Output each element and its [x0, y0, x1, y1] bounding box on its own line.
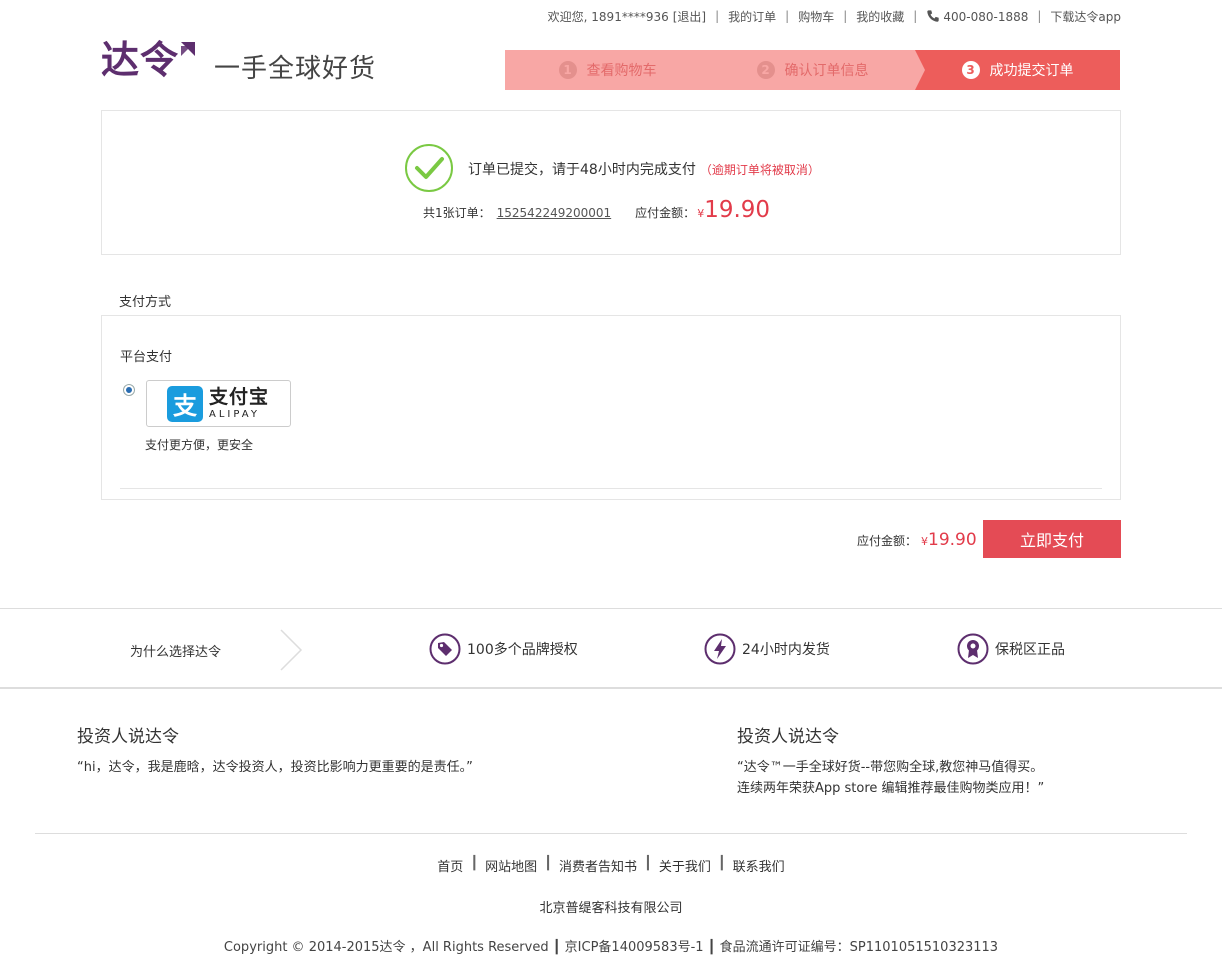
step-order-submitted: 3 成功提交订单 [915, 50, 1120, 90]
logo-flag-icon [181, 42, 196, 56]
phone-number: 400-080-1888 [926, 9, 1028, 24]
step-arrow [710, 50, 720, 90]
total-label: 应付金额： [857, 534, 918, 548]
feature-label: 24小时内发货 [742, 642, 830, 658]
currency-symbol: ¥ [697, 207, 705, 220]
order-submitted-text: 订单已提交，请于48小时内完成支付 [468, 162, 696, 178]
investor-quote: “hi，达令，我是鹿晗，达令投资人，投资比影响力更重要的是责任。” [77, 760, 473, 775]
order-summary-box: 订单已提交，请于48小时内完成支付 （逾期订单将被取消） 共1张订单： 15254… [101, 110, 1121, 255]
divider: ┃ [717, 856, 726, 871]
alipay-option[interactable]: 支 支付宝 ALIPAY [146, 380, 291, 427]
feature-shipping: 24小时内发货 [704, 633, 830, 665]
alipay-description: 支付更方便，更安全 [145, 438, 254, 452]
divider: ┃ [644, 856, 652, 871]
divider: | [913, 9, 918, 23]
checkout-steps: 1 查看购物车 2 确认订单信息 3 成功提交订单 [505, 50, 1120, 90]
step-number: 2 [756, 61, 775, 79]
investor-title: 投资人说达令 [77, 727, 179, 747]
step-confirm-order: 2 确认订单信息 [710, 50, 925, 90]
footer-link-about[interactable]: 关于我们 [659, 856, 711, 875]
divider: | [843, 9, 848, 23]
alipay-icon: 支 [167, 385, 203, 422]
feature-label: 保税区正品 [995, 642, 1065, 658]
site-logo[interactable]: 达令 [101, 37, 196, 82]
divider [120, 488, 1102, 489]
feature-brands: 100多个品牌授权 [429, 633, 578, 665]
step-label: 成功提交订单 [989, 63, 1074, 79]
company-name: 北京普缇客科技有限公司 [539, 901, 683, 916]
pay-now-button[interactable]: 立即支付 [983, 520, 1121, 558]
lightning-icon [704, 633, 736, 665]
order-warning: （逾期订单将被取消） [699, 163, 820, 177]
divider: ┃ [544, 856, 552, 871]
divider: ┃ [470, 856, 479, 871]
order-count-label: 共1张订单： [423, 206, 491, 220]
payment-total: 应付金额： ¥ 19.90 [857, 530, 977, 550]
favorites-link[interactable]: 我的收藏 [856, 8, 904, 25]
order-message: 订单已提交，请于48小时内完成支付 （逾期订单将被取消） [468, 159, 820, 179]
copyright: Copyright © 2014-2015达令 ，All Rights Rese… [223, 940, 999, 955]
radio-dot [126, 387, 132, 393]
badge-icon [957, 633, 989, 665]
welcome-text: 欢迎您, 1891****936 [547, 9, 669, 24]
payment-method-title: 支付方式 [119, 295, 172, 310]
alipay-radio[interactable] [123, 384, 135, 396]
footer-link-sitemap[interactable]: 网站地图 [485, 856, 537, 875]
total-amount: 19.90 [928, 530, 977, 550]
order-number-link[interactable]: 152542249200001 [497, 206, 612, 220]
step-number: 1 [558, 61, 577, 79]
why-choose-band: 为什么选择达令 100多个品牌授权 24小时内发货 保税区正品 [0, 608, 1222, 689]
footer-links: 首页 ┃ 网站地图 ┃ 消费者告知书 ┃ 关于我们 ┃ 联系我们 [0, 856, 1222, 875]
investor-quote-left: 投资人说达令 “hi，达令，我是鹿晗，达令投资人，投资比影响力更重要的是责任。” [77, 722, 677, 778]
footer-link-consumer-notice[interactable]: 消费者告知书 [559, 856, 637, 875]
investor-title: 投资人说达令 [737, 727, 839, 747]
logo-text: 达令 [101, 37, 180, 82]
divider: | [1037, 9, 1042, 23]
tag-icon [429, 633, 461, 665]
step-label: 确认订单信息 [784, 63, 869, 79]
step-number: 3 [961, 61, 980, 79]
investor-quote-line2: 连续两年荣获App store 编辑推荐最佳购物类应用！” [737, 781, 1045, 796]
currency-symbol: ¥ [921, 535, 929, 548]
why-title: 为什么选择达令 [130, 645, 222, 660]
divider: | [715, 9, 720, 23]
my-orders-link[interactable]: 我的订单 [728, 8, 776, 25]
platform-pay-label: 平台支付 [120, 350, 173, 365]
investor-quote-line1: “达令™一手全球好货--带您购全球,教您神马值得买。 [737, 760, 1044, 775]
slogan: 一手全球好货 [214, 54, 377, 84]
alipay-cn-label: 支付宝 [209, 385, 270, 408]
download-app-link[interactable]: 下载达令app [1050, 8, 1121, 25]
logout-link[interactable]: [退出] [673, 8, 706, 25]
feature-label: 100多个品牌授权 [467, 642, 578, 658]
cart-link[interactable]: 购物车 [798, 8, 834, 25]
phone-text: 400-080-1888 [943, 9, 1029, 24]
chevron-right-icon [280, 629, 303, 671]
amount-label: 应付金额： [635, 206, 696, 220]
footer-link-home[interactable]: 首页 [437, 856, 463, 875]
top-bar: 欢迎您, 1891****936 [退出] | 我的订单 | 购物车 | 我的收… [548, 6, 1121, 26]
footer-link-contact[interactable]: 联系我们 [733, 856, 785, 875]
step-view-cart: 1 查看购物车 [505, 50, 720, 90]
payment-box: 平台支付 支 支付宝 ALIPAY 支付更方便，更安全 [101, 315, 1121, 500]
alipay-wordmark: 支付宝 ALIPAY [209, 385, 270, 420]
order-details: 共1张订单： 152542249200001 应付金额： ¥ 19.90 [423, 197, 770, 223]
step-arrow [915, 50, 925, 90]
feature-authentic: 保税区正品 [957, 633, 1065, 665]
investor-quote-right: 投资人说达令 “达令™一手全球好货--带您购全球,教您神马值得买。 连续两年荣获… [737, 722, 1177, 799]
success-check-icon [405, 144, 453, 192]
step-label: 查看购物车 [586, 63, 657, 79]
phone-icon [927, 9, 940, 22]
divider [35, 833, 1187, 834]
divider: | [785, 9, 790, 23]
alipay-en-label: ALIPAY [209, 408, 260, 420]
order-amount: 19.90 [704, 197, 771, 223]
